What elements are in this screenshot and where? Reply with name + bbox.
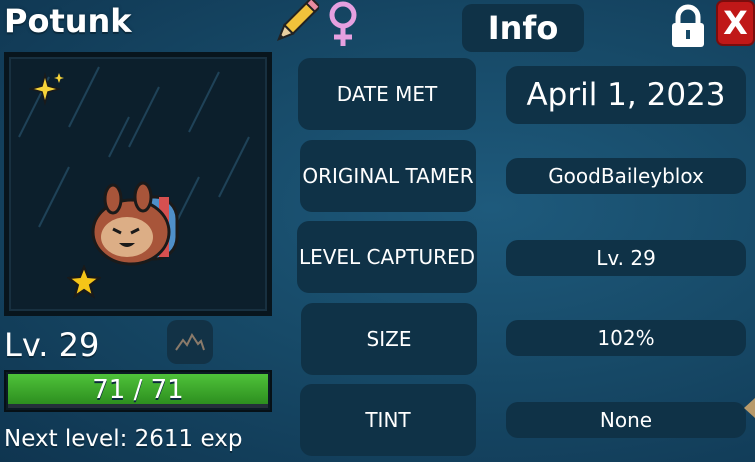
star-icon [67,265,101,299]
next-level-text: Next level: 2611 exp [4,426,243,452]
pencil-icon[interactable] [271,0,319,46]
label-size: SIZE [301,303,477,375]
terrain-button[interactable] [167,320,213,364]
tab-info[interactable]: Info [462,4,584,52]
pet-portrait [4,52,272,316]
label-level-captured: LEVEL CAPTURED [297,221,477,293]
sparkle-icon [29,72,64,106]
value-date-met: April 1, 2023 [506,66,746,124]
creature-art [91,181,179,266]
label-date-met: DATE MET [298,58,476,130]
close-button[interactable]: X [716,0,755,46]
female-icon [329,1,357,46]
value-tint: None [506,402,746,438]
label-original-tamer: ORIGINAL TAMER [300,140,476,212]
hp-text: 71 / 71 [92,375,184,405]
mountain-icon [175,333,205,351]
scroll-arrow-icon[interactable] [744,398,755,418]
value-original-tamer: GoodBaileyblox [506,158,746,194]
label-tint: TINT [300,384,476,456]
hp-bar: 71 / 71 [4,370,272,412]
value-level-captured: Lv. 29 [506,240,746,276]
pet-level: Lv. 29 [4,326,100,364]
lock-icon[interactable] [668,4,708,48]
pet-name: Potunk [4,2,132,40]
value-size: 102% [506,320,746,356]
